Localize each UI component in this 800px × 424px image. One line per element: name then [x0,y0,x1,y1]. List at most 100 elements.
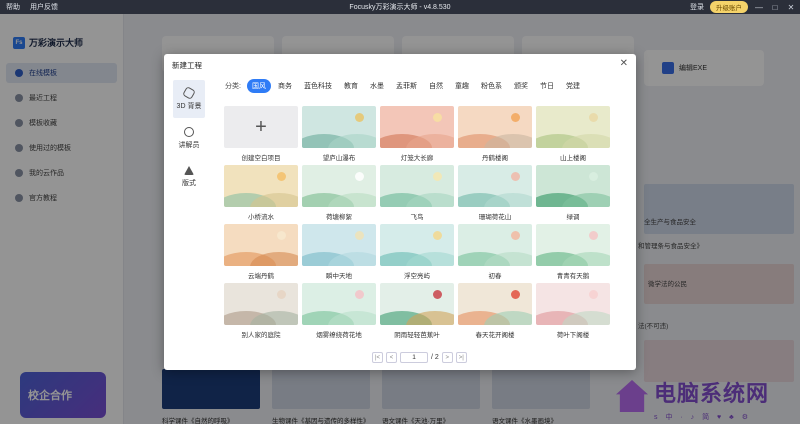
template-card[interactable]: 青青有天鹅 [536,224,610,283]
template-card[interactable]: 珊瑚荷花山 [458,165,532,224]
thumb-sun [277,290,286,299]
template-card[interactable]: 浮空亮屿 [380,224,454,283]
template-caption: 初春 [488,272,502,280]
template-caption: 小桥流水 [248,213,274,221]
template-grid: + 创建空白项目 望庐山瀑布 灯笼大长廊 丹鹤楼阁 山上楼阁小桥流水 荷塘柳絮 飞鸟 珊瑚荷花山… [224,106,610,342]
template-card[interactable]: 荷塘柳絮 [302,165,376,224]
template-thumbnail [536,224,610,266]
category-bar: 分类: 国风 商务 蓝色科技 教育 水墨 孟菲斯 自然 童趣 粉色系 颁奖 节日 党建 [225,79,585,93]
category-tab[interactable]: 商务 [273,79,297,93]
dialog-tab-2[interactable]: 版式 [173,158,205,196]
category-tab[interactable]: 粉色系 [476,79,507,93]
thumb-sun [511,113,520,122]
login-link[interactable]: 登录 [690,2,704,12]
template-thumbnail [458,165,532,207]
template-thumbnail [224,224,298,266]
new-project-dialog: 新建工程 ✕ 3D 背景 讲解员 版式 分类: 国风 商务 蓝色科技 教育 水墨 孟菲斯 自然童… [164,54,636,370]
site-watermark: 电脑系统网 s 中 · ♪ 简 ♥ ♣ ⚙ [614,374,800,424]
template-card[interactable]: 别人家的庭院 [224,283,298,342]
watermark-text: 电脑系统网 [654,382,770,407]
maximize-button[interactable]: □ [770,3,780,12]
category-tab[interactable]: 节日 [535,79,559,93]
close-icon[interactable]: ✕ [620,58,628,69]
template-card[interactable]: 荷叶下阁楼 [536,283,610,342]
thumb-sun [433,290,442,299]
watermark-sub: s 中 · ♪ 简 ♥ ♣ ⚙ [654,414,751,421]
template-card[interactable]: 云端丹鹤 [224,224,298,283]
close-window-button[interactable]: ✕ [786,3,796,12]
thumb-sun [277,172,286,181]
menu-feedback[interactable]: 用户反馈 [30,2,58,12]
app-title: Focusky万彩演示大师 - v4.8.530 [349,4,451,11]
template-caption: 荷塘柳絮 [326,213,352,221]
top-menu: 帮助 用户反馈 [0,2,58,12]
dialog-tab-label: 3D 背景 [176,102,202,110]
template-card[interactable]: 初春 [458,224,532,283]
thumb-sun [433,231,442,240]
template-caption: 烟雾缭绕荷花地 [316,331,362,339]
template-card[interactable]: 阴雨轻轻芭蕉叶 [380,283,454,342]
template-card[interactable]: 小桥流水 [224,165,298,224]
template-caption: 青青有天鹅 [556,272,590,280]
template-caption: 山上楼阁 [560,154,586,162]
upgrade-button[interactable]: 升级账户 [710,1,748,13]
thumb-sun [433,172,442,181]
dialog-tab-label: 版式 [182,180,196,187]
template-card[interactable]: 春天花开阁楼 [458,283,532,342]
category-label: 分类: [225,83,241,90]
cube-icon [182,85,196,100]
thumb-sun [355,113,364,122]
template-card[interactable]: 丹鹤楼阁 [458,106,532,165]
category-tab[interactable]: 颁奖 [509,79,533,93]
category-tab[interactable]: 国风 [246,79,271,93]
template-card[interactable]: 绿调 [536,165,610,224]
minimize-button[interactable]: — [754,3,764,12]
template-thumbnail [536,165,610,207]
template-card[interactable]: 灯笼大长廊 [380,106,454,165]
thumb-sun [355,290,364,299]
thumb-sun [355,231,364,240]
dialog-tab-0[interactable]: 3D 背景 [173,80,205,118]
template-thumbnail [302,224,376,266]
category-tab[interactable]: 教育 [339,79,363,93]
dialog-tab-1[interactable]: 讲解员 [173,119,205,157]
template-card[interactable]: 瞬中天地 [302,224,376,283]
template-card[interactable]: 烟雾缭绕荷花地 [302,283,376,342]
template-thumbnail [380,224,454,266]
house-logo-icon [616,380,648,412]
template-caption: 飞鸟 [410,213,424,221]
thumb-sun [589,290,598,299]
last-page-button[interactable]: >| [455,352,467,363]
template-thumbnail [224,283,298,325]
first-page-button[interactable]: |< [372,352,383,363]
title-bar: 帮助 用户反馈 Focusky万彩演示大师 - v4.8.530 登录 升级账户… [0,0,800,14]
category-tab[interactable]: 蓝色科技 [299,79,337,93]
page-input[interactable]: 1 [400,352,428,363]
template-card[interactable]: 飞鸟 [380,165,454,224]
template-thumbnail [380,283,454,325]
thumb-sun [589,231,598,240]
prev-page-button[interactable]: < [386,352,397,363]
category-tab[interactable]: 水墨 [365,79,389,93]
category-tab[interactable]: 自然 [424,79,448,93]
category-tab[interactable]: 党建 [561,79,585,93]
template-caption: 阴雨轻轻芭蕉叶 [394,331,440,339]
template-caption: 浮空亮屿 [404,272,430,280]
plus-icon: + [255,116,267,138]
category-tab[interactable]: 童趣 [450,79,474,93]
template-thumbnail [458,106,532,148]
menu-help[interactable]: 帮助 [6,2,20,12]
template-thumbnail [302,106,376,148]
next-page-button[interactable]: > [441,352,453,363]
blank-thumbnail: + [224,106,298,148]
template-thumbnail [458,283,532,325]
create-blank-project[interactable]: + 创建空白项目 [224,106,298,165]
template-caption: 望庐山瀑布 [322,154,356,162]
template-card[interactable]: 望庐山瀑布 [302,106,376,165]
page-total: / 2 [431,354,439,361]
category-tab[interactable]: 孟菲斯 [391,79,422,93]
layout-icon [184,166,194,175]
dialog-side-tabs: 3D 背景讲解员版式 [173,80,205,197]
template-card[interactable]: 山上楼阁 [536,106,610,165]
template-thumbnail [380,165,454,207]
